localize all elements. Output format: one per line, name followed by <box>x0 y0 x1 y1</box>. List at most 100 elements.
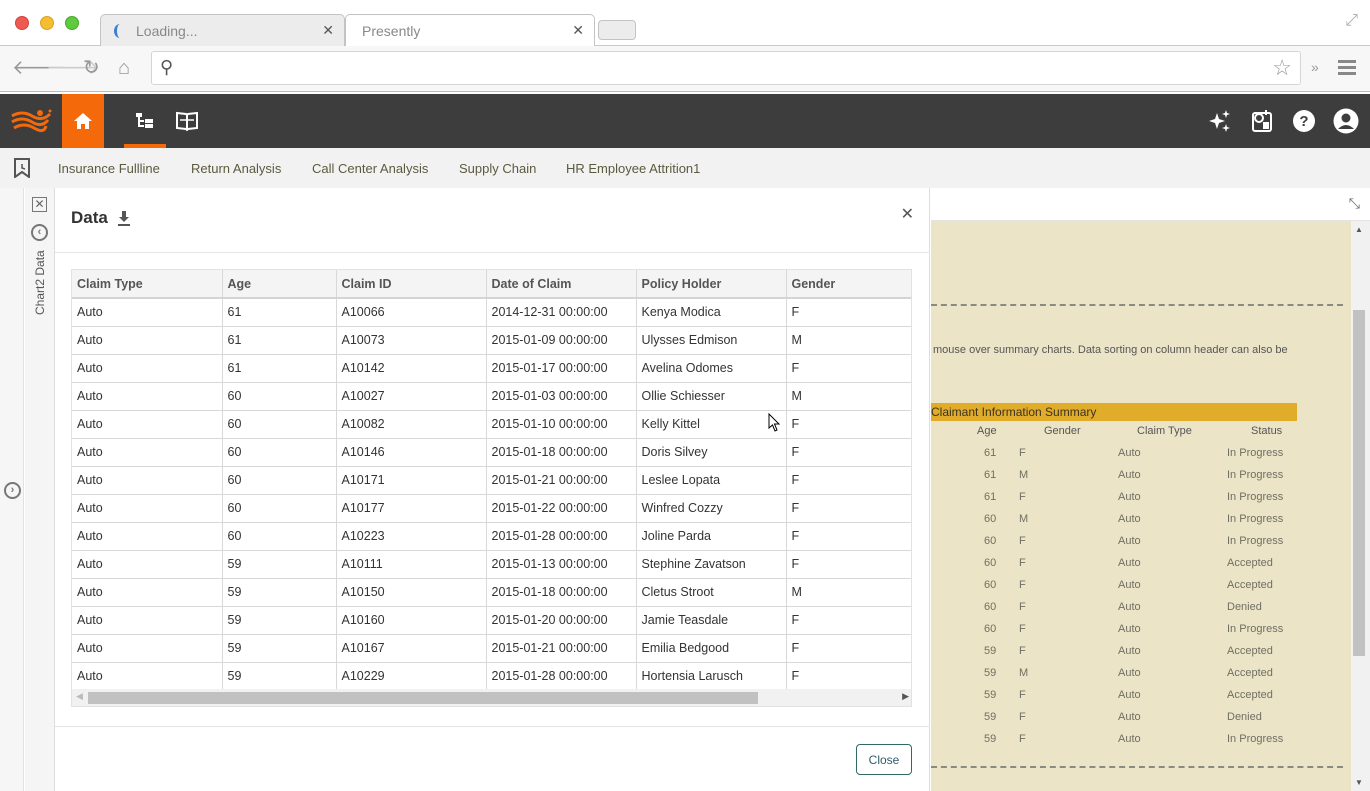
table-row[interactable]: Auto 59 A10160 2015-01-20 00:00:00 Jamie Tea… <box>72 606 911 635</box>
table-row[interactable]: Auto 59 A10229 2015-01-28 00:00:00 Hortensia… <box>72 662 911 691</box>
summary-claim-type: Auto <box>1118 491 1141 503</box>
close-button[interactable]: Close <box>856 744 912 775</box>
help-button[interactable]: ? <box>1290 107 1318 135</box>
cell-date-of-claim: 2015-01-13 00:00:00 <box>486 550 637 579</box>
table-row[interactable]: Auto 60 A10171 2015-01-21 00:00:00 Leslee Lo… <box>72 466 911 495</box>
account-button[interactable] <box>1332 107 1360 135</box>
cell-policy-holder: Winfred Cozzy <box>636 494 787 523</box>
table-row[interactable]: Auto 60 A10146 2015-01-18 00:00:00 Doris Sil… <box>72 438 911 467</box>
browser-tab-loading[interactable]: Loading... ✕ <box>100 14 345 46</box>
table-row[interactable]: Auto 60 A10027 2015-01-03 00:00:00 Ollie Sch… <box>72 382 911 411</box>
column-header-claim-type[interactable]: Claim Type <box>72 270 223 299</box>
summary-row[interactable]: 61 M Auto In Progress <box>931 469 1331 491</box>
summary-row[interactable]: 60 F Auto In Progress <box>931 535 1331 557</box>
home-icon[interactable]: ⌂ <box>118 58 130 78</box>
summary-row[interactable]: 59 F Auto Denied <box>931 711 1331 733</box>
summary-row[interactable]: 60 F Auto Accepted <box>931 557 1331 579</box>
table-row[interactable]: Auto 59 A10167 2015-01-21 00:00:00 Emilia Be… <box>72 634 911 663</box>
scroll-down-icon[interactable]: ▼ <box>1355 778 1363 787</box>
summary-age: 60 <box>984 579 997 591</box>
back-circle-icon[interactable]: ‹ <box>31 224 48 241</box>
storybook-button[interactable] <box>166 94 208 148</box>
summary-row[interactable]: 59 F Auto In Progress <box>931 733 1331 755</box>
vertical-scrollbar[interactable]: ▲ ▼ <box>1351 221 1370 791</box>
summary-status: Denied <box>1227 711 1262 723</box>
browser-tab-strip: Loading... ✕ Presently ✕ ⤢ <box>0 0 1370 46</box>
bookmark-insurance-fullline[interactable]: Insurance Fullline <box>58 161 160 176</box>
browser-tab-active[interactable]: Presently ✕ <box>345 14 595 46</box>
extensions-overflow-icon[interactable]: » <box>1311 59 1319 75</box>
summary-row[interactable]: 60 F Auto Denied <box>931 601 1331 623</box>
window-close-button[interactable] <box>15 16 29 30</box>
table-row[interactable]: Auto 61 A10073 2015-01-09 00:00:00 Ulysses E… <box>72 326 911 355</box>
column-header-age[interactable]: Age <box>222 270 337 299</box>
panel-toolbar: ⤡ <box>931 188 1370 221</box>
horizontal-scroll-thumb[interactable] <box>88 692 758 704</box>
cell-claim-id: A10167 <box>336 634 487 663</box>
table-row[interactable]: Auto 61 A10066 2014-12-31 00:00:00 Kenya Mod… <box>72 298 911 327</box>
window-minimize-button[interactable] <box>40 16 54 30</box>
column-header-gender[interactable]: Gender <box>786 270 911 299</box>
scroll-right-icon[interactable]: ▶ <box>902 691 909 702</box>
schedule-button[interactable] <box>1248 107 1276 135</box>
expand-panel-icon[interactable]: › <box>4 482 21 499</box>
hierarchy-button[interactable] <box>124 94 166 148</box>
scroll-up-icon[interactable]: ▲ <box>1355 225 1363 234</box>
bookmark-icon[interactable] <box>13 158 31 178</box>
bookmark-return-analysis[interactable]: Return Analysis <box>191 161 281 176</box>
summary-age: 61 <box>984 491 997 503</box>
home-button[interactable] <box>62 94 104 148</box>
table-row[interactable]: Auto 59 A10111 2015-01-13 00:00:00 Stephine … <box>72 550 911 579</box>
close-square-icon[interactable]: ✕ <box>32 197 47 212</box>
browser-menu-icon[interactable] <box>1338 60 1356 76</box>
address-bar[interactable]: ⚲ ☆ <box>151 51 1301 85</box>
table-row[interactable]: Auto 60 A10177 2015-01-22 00:00:00 Winfred C… <box>72 494 911 523</box>
reload-icon[interactable]: ↻ <box>83 58 100 78</box>
data-grid: Claim Type Age Claim ID Date of Claim Po… <box>71 269 912 707</box>
summary-header-claim-type[interactable]: Claim Type <box>1137 425 1192 437</box>
table-row[interactable]: Auto 61 A10142 2015-01-17 00:00:00 Avelina O… <box>72 354 911 383</box>
vertical-scroll-thumb[interactable] <box>1353 310 1365 656</box>
cell-claim-type: Auto <box>72 466 223 495</box>
summary-row[interactable]: 60 M Auto In Progress <box>931 513 1331 535</box>
bookmark-call-center-analysis[interactable]: Call Center Analysis <box>312 161 428 176</box>
summary-row[interactable]: 59 F Auto Accepted <box>931 689 1331 711</box>
summary-row[interactable]: 59 M Auto Accepted <box>931 667 1331 689</box>
summary-claim-type: Auto <box>1118 689 1141 701</box>
insights-button[interactable] <box>1206 107 1234 135</box>
scroll-left-icon[interactable]: ◀ <box>76 691 83 702</box>
rail-label[interactable]: Chart2 Data <box>25 250 55 320</box>
summary-row[interactable]: 60 F Auto Accepted <box>931 579 1331 601</box>
address-input[interactable] <box>187 56 1267 80</box>
horizontal-scrollbar[interactable]: ◀ ▶ <box>72 689 911 706</box>
cell-claim-type: Auto <box>72 522 223 551</box>
column-header-date-of-claim[interactable]: Date of Claim <box>486 270 637 299</box>
column-header-policy-holder[interactable]: Policy Holder <box>636 270 787 299</box>
summary-header-age[interactable]: Age <box>977 425 997 437</box>
table-row[interactable]: Auto 60 A10223 2015-01-28 00:00:00 Joline Pa… <box>72 522 911 551</box>
tab-close-icon[interactable]: ✕ <box>572 22 584 39</box>
bookmark-star-icon[interactable]: ☆ <box>1272 55 1292 81</box>
summary-header-gender[interactable]: Gender <box>1044 425 1081 437</box>
summary-row[interactable]: 61 F Auto In Progress <box>931 491 1331 513</box>
logo-icon[interactable] <box>10 106 54 136</box>
table-header-row: Claim Type Age Claim ID Date of Claim Po… <box>72 270 911 299</box>
fullscreen-icon[interactable]: ⤢ <box>1345 12 1358 30</box>
tab-close-icon[interactable]: ✕ <box>322 22 334 39</box>
expand-icon[interactable]: ⤡ <box>1349 195 1360 212</box>
summary-header-status[interactable]: Status <box>1251 425 1282 437</box>
download-icon[interactable] <box>117 210 131 226</box>
summary-row[interactable]: 60 F Auto In Progress <box>931 623 1331 645</box>
table-row[interactable]: Auto 60 A10082 2015-01-10 00:00:00 Kelly Kit… <box>72 410 911 439</box>
new-tab-button[interactable] <box>598 20 636 40</box>
dialog-close-icon[interactable]: ✕ <box>901 204 914 224</box>
summary-age: 59 <box>984 689 997 701</box>
summary-row[interactable]: 61 F Auto In Progress <box>931 447 1331 469</box>
table-row[interactable]: Auto 59 A10150 2015-01-18 00:00:00 Cletus St… <box>72 578 911 607</box>
summary-row[interactable]: 59 F Auto Accepted <box>931 645 1331 667</box>
window-zoom-button[interactable] <box>65 16 79 30</box>
bookmark-hr-employee-attrition[interactable]: HR Employee Attrition1 <box>566 161 700 176</box>
column-header-claim-id[interactable]: Claim ID <box>336 270 487 299</box>
bookmark-supply-chain[interactable]: Supply Chain <box>459 161 536 176</box>
cell-date-of-claim: 2015-01-21 00:00:00 <box>486 466 637 495</box>
